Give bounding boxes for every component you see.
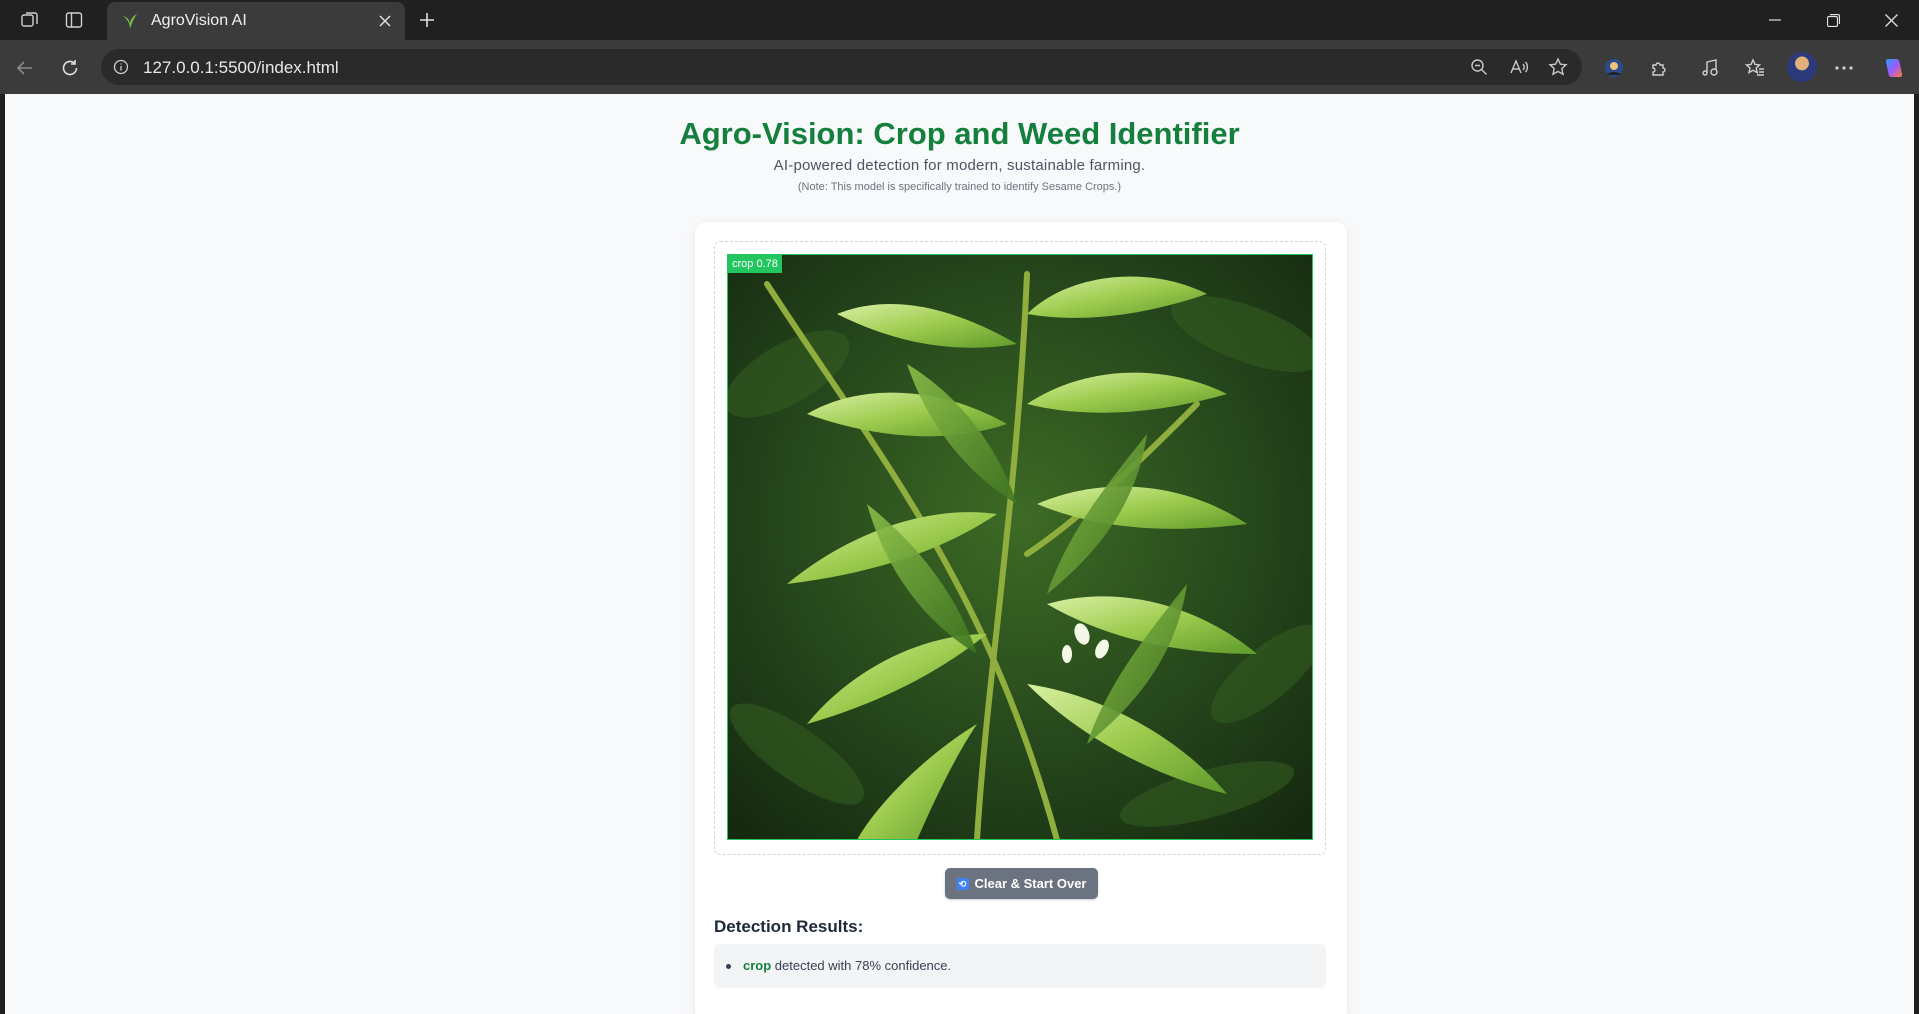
zoom-out-icon[interactable] <box>1465 53 1493 81</box>
page-subtitle: AI-powered detection for modern, sustain… <box>773 157 1146 174</box>
page-title: Agro-Vision: Crop and Weed Identifier <box>679 116 1240 151</box>
avatar[interactable] <box>1787 52 1817 82</box>
detection-bounding-box: crop 0.78 <box>727 254 1313 840</box>
favorites-icon[interactable] <box>1738 51 1772 85</box>
star-icon[interactable] <box>1544 53 1572 81</box>
tab-title: AgroVision AI <box>151 12 247 29</box>
active-tab[interactable]: AgroVision AI <box>107 2 405 40</box>
refresh-icon[interactable] <box>53 51 87 85</box>
close-window-icon[interactable] <box>1862 0 1919 40</box>
puzzle-icon[interactable] <box>1642 51 1676 85</box>
plus-icon[interactable] <box>410 4 444 36</box>
bullet <box>726 964 731 970</box>
address-bar[interactable]: 127.0.0.1:5500/index.html <box>101 49 1582 85</box>
more-icon[interactable] <box>1827 51 1861 85</box>
close-icon[interactable] <box>371 7 399 35</box>
results-list: crop detected with 78% confidence. <box>714 944 1326 988</box>
detected-plant-image: crop 0.78 <box>727 254 1313 840</box>
image-dropzone[interactable]: crop 0.78 <box>714 241 1326 855</box>
leaf-icon <box>121 12 139 30</box>
minimize-icon[interactable] <box>1746 0 1804 40</box>
vertical-tabs-icon[interactable] <box>56 4 92 36</box>
clear-button-label: Clear & Start Over <box>974 876 1087 891</box>
read-aloud-icon[interactable] <box>1505 53 1533 81</box>
extension-avatar-icon[interactable] <box>1597 51 1631 85</box>
tab-bar: AgroVision AI <box>0 0 1919 40</box>
model-note: (Note: This model is specifically traine… <box>797 181 1122 193</box>
url-text[interactable]: 127.0.0.1:5500/index.html <box>143 58 339 78</box>
bounding-box-label: crop 0.78 <box>728 255 782 273</box>
refresh-icon: ⟲ <box>956 877 969 890</box>
list-item: crop detected with 78% confidence. <box>726 958 951 973</box>
workspaces-icon[interactable] <box>12 4 48 36</box>
media-icon[interactable] <box>1693 51 1727 85</box>
restore-icon[interactable] <box>1804 0 1862 40</box>
result-text: detected with 78% confidence. <box>771 958 952 973</box>
page-viewport: Agro-Vision: Crop and Weed Identifier AI… <box>5 94 1914 1014</box>
detection-card: crop 0.78 ⟲ Clear & Start Over Detection… <box>695 222 1347 1014</box>
clear-start-over-button[interactable]: ⟲ Clear & Start Over <box>945 868 1098 899</box>
navigation-bar: 127.0.0.1:5500/index.html <box>0 40 1919 94</box>
result-label: crop <box>743 958 772 973</box>
copilot-icon[interactable] <box>1876 51 1910 85</box>
info-icon[interactable] <box>111 57 131 77</box>
results-heading: Detection Results: <box>714 917 864 936</box>
back-arrow-icon[interactable] <box>8 51 42 85</box>
